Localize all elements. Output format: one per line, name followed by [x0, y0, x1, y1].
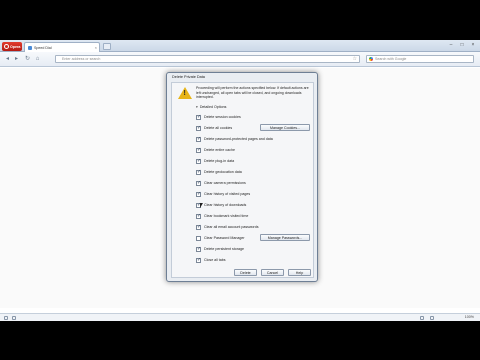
option-label: Delete all cookies: [204, 126, 233, 130]
option-delete-password-pages[interactable]: Delete password-protected pages and data: [196, 136, 273, 142]
checkbox[interactable]: [196, 147, 201, 153]
checkbox[interactable]: [196, 136, 201, 142]
manage-passwords-button[interactable]: Manage Passwords...: [260, 234, 310, 241]
checkbox[interactable]: [196, 235, 201, 241]
tab-close-icon[interactable]: ×: [95, 45, 97, 50]
dialog-title: Delete Private Data: [172, 75, 205, 79]
zoom-level[interactable]: 100%: [465, 315, 474, 319]
option-label: Clear history of visited pages: [204, 192, 251, 196]
checkbox[interactable]: [196, 114, 201, 120]
opera-menu-button[interactable]: Opera: [2, 42, 22, 51]
checkbox[interactable]: [196, 213, 201, 219]
minimize-icon[interactable]: –: [446, 41, 456, 49]
tab-strip: Opera Speed Dial × – □ ×: [0, 40, 480, 52]
checkbox[interactable]: [196, 191, 201, 197]
option-clear-bookmark-visited-time[interactable]: Clear bookmark visited time: [196, 213, 248, 219]
search-placeholder: Search with Google: [375, 57, 407, 61]
search-field[interactable]: Search with Google: [366, 55, 474, 63]
option-label: Clear Password Manager: [204, 236, 245, 240]
option-label: Clear history of downloads: [204, 203, 247, 207]
manage-cookies-button[interactable]: Manage Cookies...: [260, 124, 310, 131]
address-field[interactable]: Enter address or search ☆: [55, 55, 360, 63]
detailed-options-label: Detailed Options: [199, 105, 227, 109]
new-tab-button[interactable]: [103, 43, 111, 50]
dialog-message: Proceeding will perform the actions spec…: [196, 86, 309, 100]
tab-label: Speed Dial: [34, 45, 52, 50]
close-window-icon[interactable]: ×: [468, 41, 478, 49]
forward-icon[interactable]: ▸: [13, 56, 20, 63]
option-label: Delete session cookies: [204, 115, 241, 119]
option-close-all-tabs[interactable]: Close all tabs: [196, 257, 226, 263]
view-icon[interactable]: [420, 316, 424, 320]
address-placeholder: Enter address or search: [62, 57, 101, 61]
option-delete-session-cookies[interactable]: Delete session cookies: [196, 114, 241, 120]
checkbox[interactable]: [196, 169, 201, 175]
opera-menu-label: Opera: [10, 44, 21, 49]
status-bar: 100%: [0, 313, 480, 321]
back-icon[interactable]: ◂: [4, 56, 11, 63]
option-label: Delete persistent storage: [204, 247, 244, 251]
option-label: Delete plug-in data: [204, 159, 235, 163]
mouse-pointer-icon: [200, 203, 203, 208]
dialog-body: ! Proceeding will perform the actions sp…: [171, 82, 314, 278]
cancel-button[interactable]: Cancel: [261, 269, 284, 276]
option-clear-download-history[interactable]: Clear history of downloads: [196, 202, 246, 208]
option-delete-geolocation-data[interactable]: Delete geolocation data: [196, 169, 242, 175]
turbo-icon[interactable]: [12, 316, 16, 320]
option-label: Close all tabs: [204, 258, 226, 262]
delete-button[interactable]: Delete: [234, 269, 257, 276]
option-delete-persistent-storage[interactable]: Delete persistent storage: [196, 246, 244, 252]
detailed-options-toggle[interactable]: ▾ Detailed Options: [196, 105, 226, 109]
option-clear-visited-history[interactable]: Clear history of visited pages: [196, 191, 250, 197]
checkbox[interactable]: [196, 224, 201, 230]
option-clear-password-manager[interactable]: Clear Password Manager: [196, 235, 245, 241]
reload-icon[interactable]: ↻: [24, 56, 31, 63]
speed-dial-favicon-icon: [28, 45, 32, 50]
option-label: Delete password-protected pages and data: [204, 137, 273, 141]
option-delete-entire-cache[interactable]: Delete entire cache: [196, 147, 235, 153]
help-button[interactable]: Help: [288, 269, 311, 276]
browser-window: Opera Speed Dial × – □ × ◂ ▸ ↻ ⌂ Enter a…: [0, 40, 480, 321]
collapse-triangle-icon: ▾: [196, 105, 198, 109]
option-label: Delete geolocation data: [204, 170, 242, 174]
checkbox[interactable]: [196, 180, 201, 186]
bookmark-star-icon[interactable]: ☆: [353, 56, 357, 62]
home-icon[interactable]: ⌂: [34, 56, 41, 63]
option-label: Clear all email account passwords: [204, 225, 259, 229]
option-clear-camera-permissions[interactable]: Clear camera permissions: [196, 180, 246, 186]
checkbox[interactable]: [196, 125, 201, 131]
images-icon[interactable]: [430, 316, 434, 320]
navigation-bar: ◂ ▸ ↻ ⌂ Enter address or search ☆ Search…: [0, 52, 480, 67]
option-label: Delete entire cache: [204, 148, 235, 152]
maximize-icon[interactable]: □: [457, 41, 467, 49]
delete-private-data-dialog: Delete Private Data ! Proceeding will pe…: [166, 72, 318, 282]
panel-toggle-icon[interactable]: [4, 316, 8, 320]
tab-speed-dial[interactable]: Speed Dial ×: [24, 42, 100, 52]
option-label: Clear camera permissions: [204, 181, 246, 185]
google-icon: [369, 57, 373, 61]
option-delete-plugin-data[interactable]: Delete plug-in data: [196, 158, 234, 164]
opera-logo-icon: [4, 44, 9, 49]
warning-mark: !: [183, 90, 186, 97]
checkbox[interactable]: [196, 158, 201, 164]
option-label: Clear bookmark visited time: [204, 214, 249, 218]
option-clear-email-passwords[interactable]: Clear all email account passwords: [196, 224, 259, 230]
checkbox[interactable]: [196, 257, 201, 263]
option-delete-all-cookies[interactable]: Delete all cookies: [196, 125, 232, 131]
checkbox[interactable]: [196, 246, 201, 252]
